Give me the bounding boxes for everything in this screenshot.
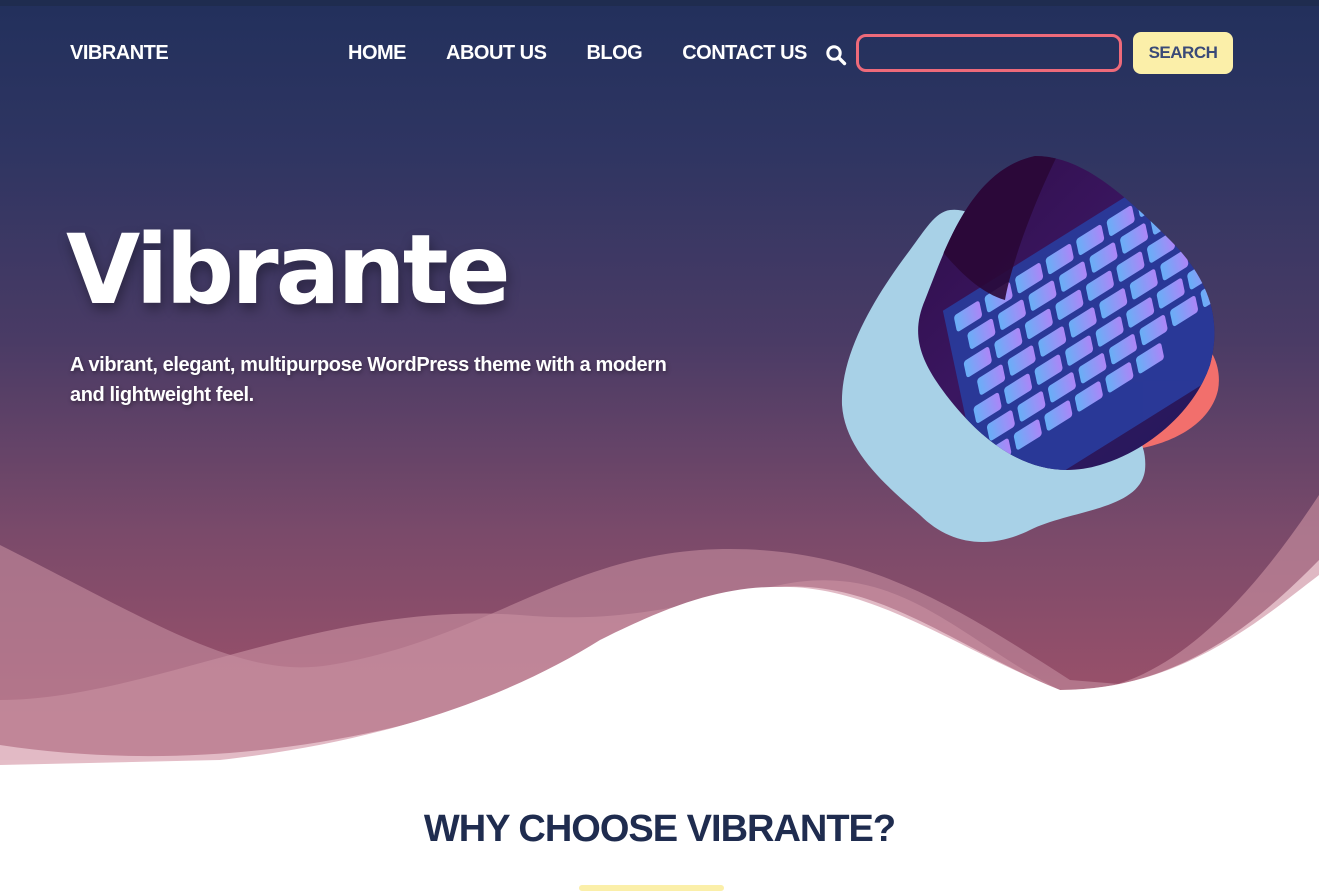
search-input[interactable] xyxy=(856,34,1122,72)
site-logo[interactable]: VIBRANTE xyxy=(70,42,169,65)
hero-image-blob xyxy=(841,156,1219,542)
navbar: VIBRANTE HOME ABOUT US BLOG CONTACT US S… xyxy=(0,6,1319,102)
main-menu: HOME ABOUT US BLOG CONTACT US xyxy=(348,42,807,65)
search-icon[interactable] xyxy=(825,44,847,66)
section-title-underline xyxy=(579,885,724,891)
nav-home[interactable]: HOME xyxy=(348,42,407,65)
nav-blog[interactable]: BLOG xyxy=(586,42,642,65)
hero-subtitle: A vibrant, elegant, multipurpose WordPre… xyxy=(70,354,667,406)
nav-about-us[interactable]: ABOUT US xyxy=(446,42,547,65)
section-title: WHY CHOOSE VIBRANTE? xyxy=(423,808,896,850)
search-button[interactable]: SEARCH xyxy=(1133,32,1233,74)
hero-title: Vibrante xyxy=(66,214,511,326)
nav-contact-us[interactable]: CONTACT US xyxy=(682,42,807,65)
